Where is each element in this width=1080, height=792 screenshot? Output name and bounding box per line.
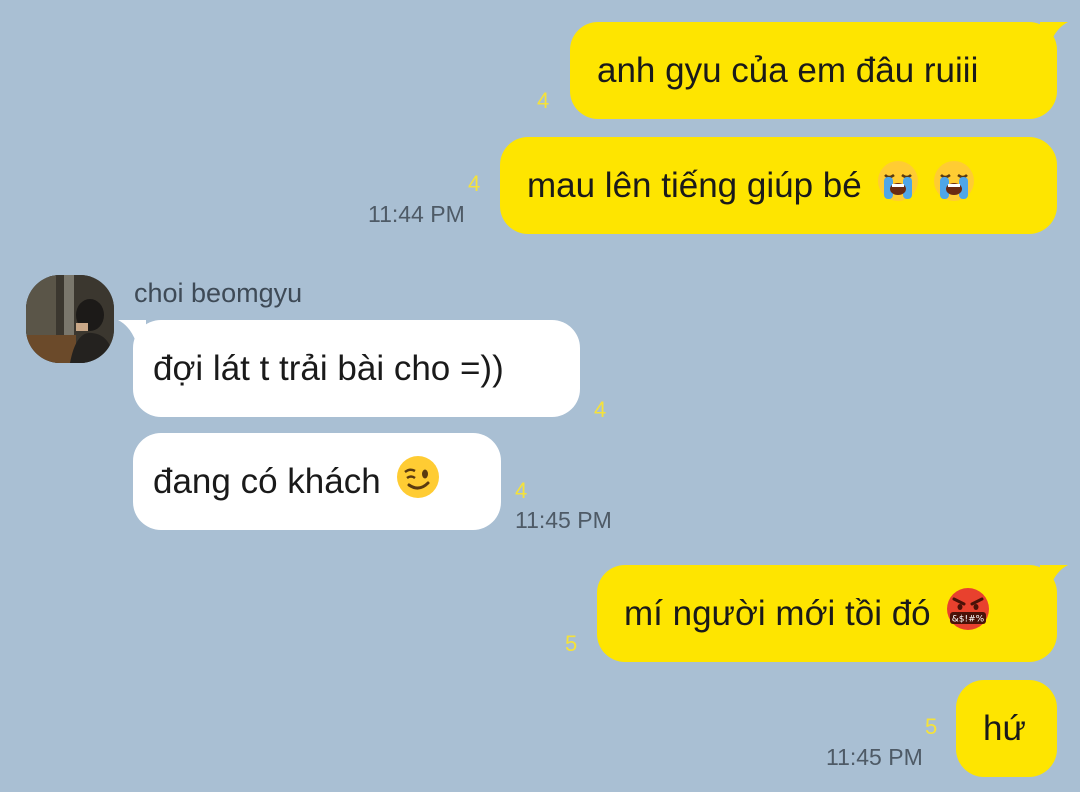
unread-count: 4 [537,88,550,113]
unread-count: 4 [515,478,528,503]
message-text: anh gyu của em đâu ruiii [597,50,979,90]
loudly-crying-face-emoji [876,159,920,212]
message-bubble-outgoing[interactable]: mí người mới tồi đó &$!#% [597,565,1057,662]
message-bubble-outgoing[interactable]: hứ [956,680,1057,777]
message-bubble-outgoing[interactable]: mau lên tiếng giúp bé [500,137,1057,234]
sender-name: choi beomgyu [134,278,303,308]
message-timestamp: 11:44 PM [368,201,465,227]
unread-count: 5 [925,714,938,739]
message-bubble-incoming[interactable]: đợi lát t trải bài cho =)) [133,320,580,417]
message-bubble-incoming[interactable]: đang có khách [133,433,501,530]
message-timestamp: 11:45 PM [515,507,612,533]
unread-count: 4 [468,171,481,196]
message-text: mí người mới tồi đó [624,593,931,633]
bubble-tail [1040,22,1068,44]
unread-count: 5 [565,631,578,656]
message-timestamp: 11:45 PM [826,744,923,770]
message-bubble-outgoing[interactable]: anh gyu của em đâu ruiii [570,22,1057,119]
avatar-photo [26,275,114,363]
message-text: đợi lát t trải bài cho =)) [153,348,504,388]
message-text: đang có khách [153,461,381,501]
message-text: hứ [983,708,1026,748]
bubble-tail [1040,565,1068,587]
unread-count: 4 [594,397,607,422]
loudly-crying-face-emoji [932,159,976,212]
face-with-symbols-on-mouth-emoji: &$!#% [945,586,991,641]
emoji-symbols-text: &$!#% [951,615,984,625]
winking-face-emoji [395,454,441,509]
contact-avatar[interactable] [26,275,114,363]
message-text: mau lên tiếng giúp bé [527,165,862,205]
